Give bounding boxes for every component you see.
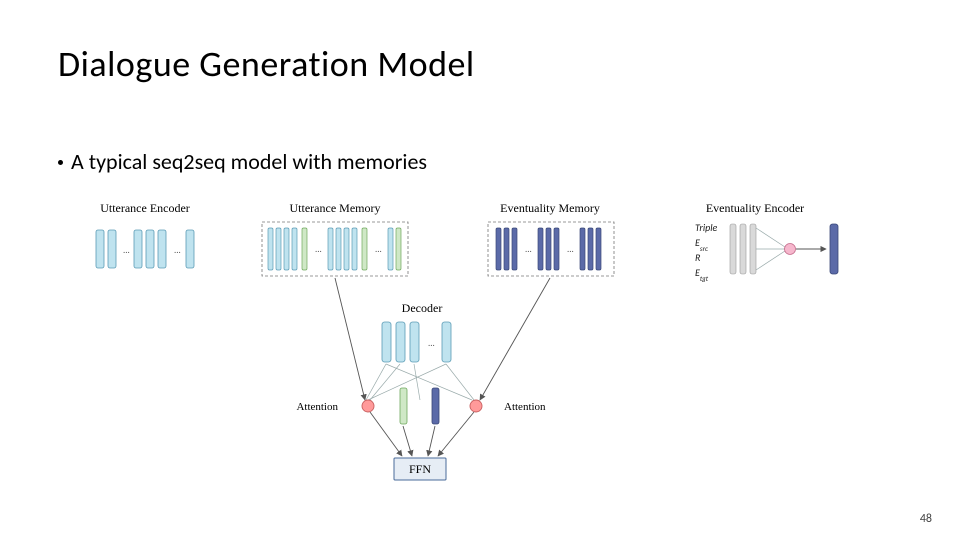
bullet-text: A typical seq2seq model with memories: [71, 148, 427, 175]
svg-text:...: ...: [315, 244, 322, 255]
utterance-memory-block: Utterance Memory ... ...: [262, 201, 408, 276]
encoder-node-icon: [785, 244, 796, 255]
bullet-item: A typical seq2seq model with memories: [58, 148, 427, 175]
label-utterance-memory: Utterance Memory: [290, 201, 381, 215]
ffn-input-green: [400, 388, 407, 424]
attention-left: Attention: [296, 400, 374, 413]
eventuality-memory-block: Eventuality Memory ... ...: [488, 201, 614, 276]
label-utterance-encoder: Utterance Encoder: [100, 201, 190, 215]
svg-text:...: ...: [428, 338, 435, 349]
label-triple: Triple: [695, 221, 718, 234]
label-etgt-sub: tgt: [700, 274, 709, 283]
slide-title: Dialogue Generation Model: [58, 42, 475, 86]
ffn-input-blue: [432, 388, 439, 424]
utterance-encoder-block: Utterance Encoder ... ...: [96, 201, 194, 268]
svg-text:...: ...: [567, 244, 574, 255]
slide-number: 48: [920, 512, 932, 526]
label-eventuality-memory: Eventuality Memory: [500, 201, 600, 215]
bullet-dot-icon: [58, 160, 63, 165]
svg-text:...: ...: [525, 244, 532, 255]
svg-text:...: ...: [174, 245, 181, 256]
label-attention-right: Attention: [504, 401, 546, 413]
decoder-block: Decoder ...: [382, 301, 451, 362]
svg-text:...: ...: [123, 245, 130, 256]
label-ffn: FFN: [409, 462, 431, 476]
eventuality-encoder-block: Eventuality Encoder Triple Esrc R Etgt: [695, 201, 838, 283]
architecture-diagram: Utterance Encoder ... ... Utterance Memo…: [90, 200, 890, 500]
label-eventuality-encoder: Eventuality Encoder: [706, 201, 804, 215]
svg-text:...: ...: [375, 244, 382, 255]
label-r: R: [695, 251, 701, 264]
attention-node-icon: [470, 400, 482, 412]
attention-node-icon: [362, 400, 374, 412]
attention-right: Attention: [470, 400, 546, 413]
label-decoder: Decoder: [402, 301, 443, 315]
svg-text:Etgt: Etgt: [695, 266, 709, 283]
label-esrc-sub: src: [700, 244, 708, 253]
label-attention-left: Attention: [296, 401, 338, 413]
ffn-block: FFN: [394, 458, 446, 480]
